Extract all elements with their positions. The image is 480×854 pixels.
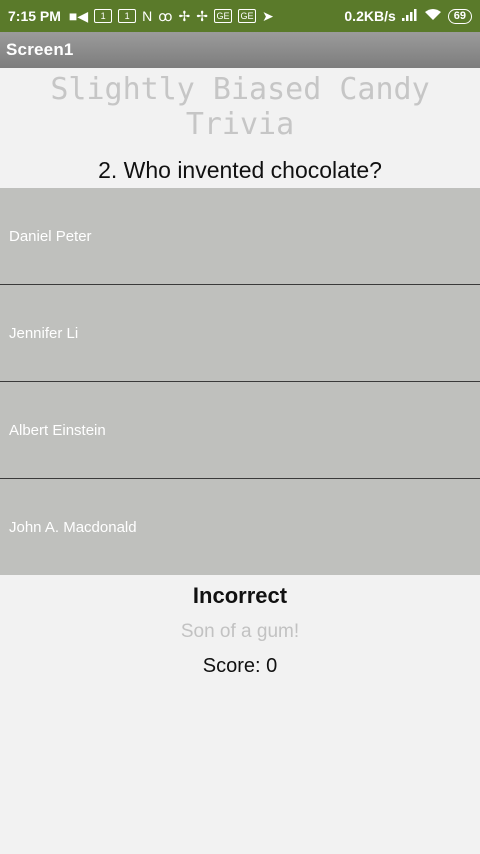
score-label: Score: 0 [202,655,278,677]
status-right: 0.2KB/s 69 [344,8,472,24]
app-bar: Screen1 [0,32,480,68]
screen-title: Screen1 [6,40,74,59]
status-bar: 7:15 PM ■◀ 1 1 N ꝏ ✢ ✢ GE GE ➤ 0.2KB/s 6… [0,0,480,32]
battery-icon: 69 [447,8,472,24]
send-icon: ➤ [262,8,274,24]
status-time: 7:15 PM [8,8,61,24]
result-label: Incorrect [192,583,288,608]
pinwheel-icon: ✢ [178,8,191,24]
answer-button-4[interactable]: John A. Macdonald [0,479,480,575]
sim2-icon: 1 [118,9,137,23]
ge-icon: GE [238,9,257,23]
answer-list: Daniel Peter Jennifer Li Albert Einstein… [0,188,480,575]
feedback-text: Son of a gum! [180,621,300,642]
notification-icons: ■◀ 1 1 N ꝏ ✢ ✢ GE GE ➤ [69,9,274,23]
signal-icon [401,8,418,24]
answer-button-3[interactable]: Albert Einstein [0,382,480,479]
question-text: 2. Who invented chocolate? [98,157,382,183]
pinwheel-icon: ✢ [196,8,209,24]
network-speed: 0.2KB/s [344,8,396,24]
quiz-title: Slightly Biased Candy Trivia [50,72,430,142]
voicemail-icon: ꝏ [158,8,173,24]
answer-button-1[interactable]: Daniel Peter [0,188,480,285]
sim1-icon: 1 [94,9,113,23]
wifi-icon [424,8,442,24]
answer-button-2[interactable]: Jennifer Li [0,285,480,382]
video-icon: ■◀ [68,8,89,24]
ge-icon: GE [214,9,233,23]
n-icon: N [142,8,153,24]
